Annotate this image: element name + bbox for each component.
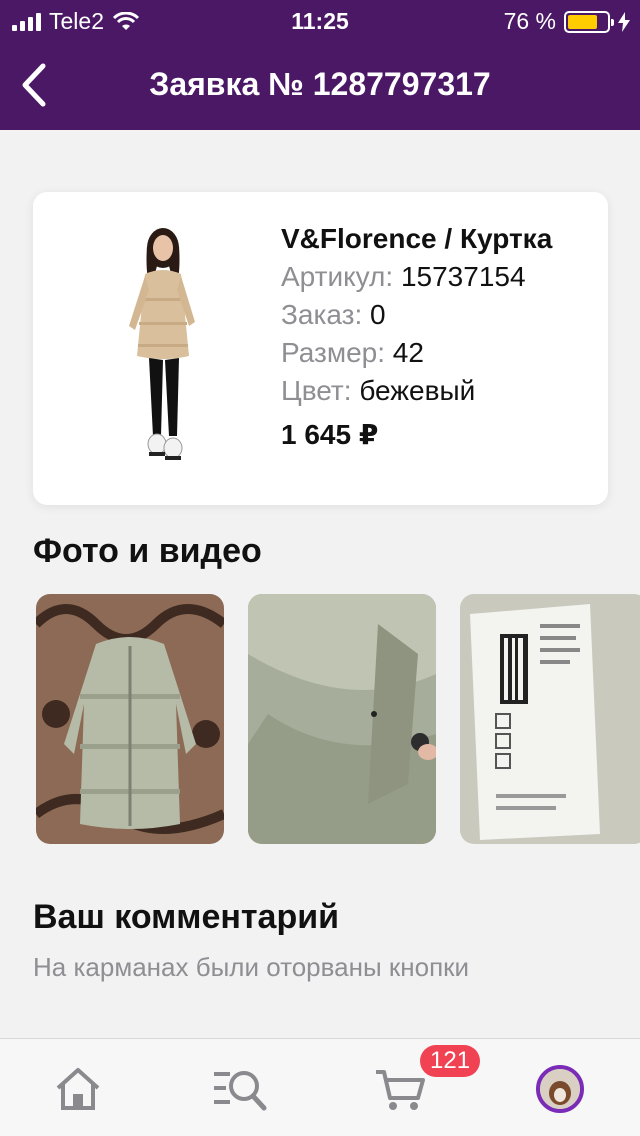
avatar-image bbox=[540, 1069, 580, 1109]
photo-jacket-on-carpet bbox=[36, 594, 224, 844]
media-photo[interactable] bbox=[36, 594, 224, 844]
size-label: Размер: bbox=[281, 337, 386, 368]
battery-level bbox=[568, 14, 597, 29]
tab-home[interactable] bbox=[50, 1061, 106, 1117]
comment-section-title: Ваш комментарий bbox=[33, 898, 340, 936]
comment-text: На карманах были оторваны кнопки bbox=[33, 952, 470, 982]
media-photo[interactable] bbox=[460, 594, 640, 844]
cart-badge: 121 bbox=[420, 1045, 481, 1077]
home-icon bbox=[56, 1068, 100, 1110]
media-section-title: Фото и видео bbox=[33, 532, 262, 570]
header: Tele2 11:25 76 % Заявка № 1287797317 bbox=[0, 0, 640, 130]
article-value: 15737154 bbox=[400, 261, 526, 292]
media-photo[interactable] bbox=[248, 594, 436, 844]
color-value: бежевый bbox=[359, 375, 476, 406]
photo-pocket-closeup bbox=[248, 594, 436, 844]
product-image[interactable] bbox=[115, 226, 215, 476]
tab-cart[interactable] bbox=[372, 1061, 428, 1117]
tab-catalog[interactable] bbox=[212, 1061, 268, 1117]
cart-icon bbox=[376, 1070, 425, 1110]
color-row: Цвет: бежевый bbox=[281, 372, 552, 410]
size-value: 42 bbox=[392, 337, 424, 368]
article-row: Артикул: 15737154 bbox=[281, 258, 552, 296]
product-card[interactable]: V&Florence / Куртка Артикул: 15737154 За… bbox=[33, 192, 608, 505]
media-gallery[interactable] bbox=[36, 594, 640, 844]
profile-avatar bbox=[536, 1065, 584, 1113]
tab-profile[interactable] bbox=[532, 1061, 588, 1117]
photo-label-tag bbox=[460, 594, 640, 844]
color-label: Цвет: bbox=[281, 375, 352, 406]
product-name[interactable]: V&Florence / Куртка bbox=[281, 220, 552, 258]
charging-icon bbox=[618, 11, 630, 32]
product-info: V&Florence / Куртка Артикул: 15737154 За… bbox=[281, 220, 552, 454]
order-value: 0 bbox=[370, 299, 386, 330]
battery-icon bbox=[564, 10, 614, 33]
article-label: Артикул: bbox=[281, 261, 394, 292]
order-row: Заказ: 0 bbox=[281, 296, 552, 334]
size-row: Размер: 42 bbox=[281, 334, 552, 372]
battery-percent: 76 % bbox=[503, 8, 556, 34]
status-bar: Tele2 11:25 76 % bbox=[0, 0, 640, 44]
status-right: 76 % bbox=[504, 8, 630, 35]
order-label: Заказ: bbox=[281, 299, 363, 330]
nav-bar: Заявка № 1287797317 bbox=[0, 44, 640, 130]
tab-bar: 121 bbox=[0, 1038, 640, 1136]
page-title: Заявка № 1287797317 bbox=[149, 66, 491, 102]
product-price: 1 645 ₽ bbox=[281, 419, 379, 450]
catalog-search-icon bbox=[214, 1071, 267, 1111]
